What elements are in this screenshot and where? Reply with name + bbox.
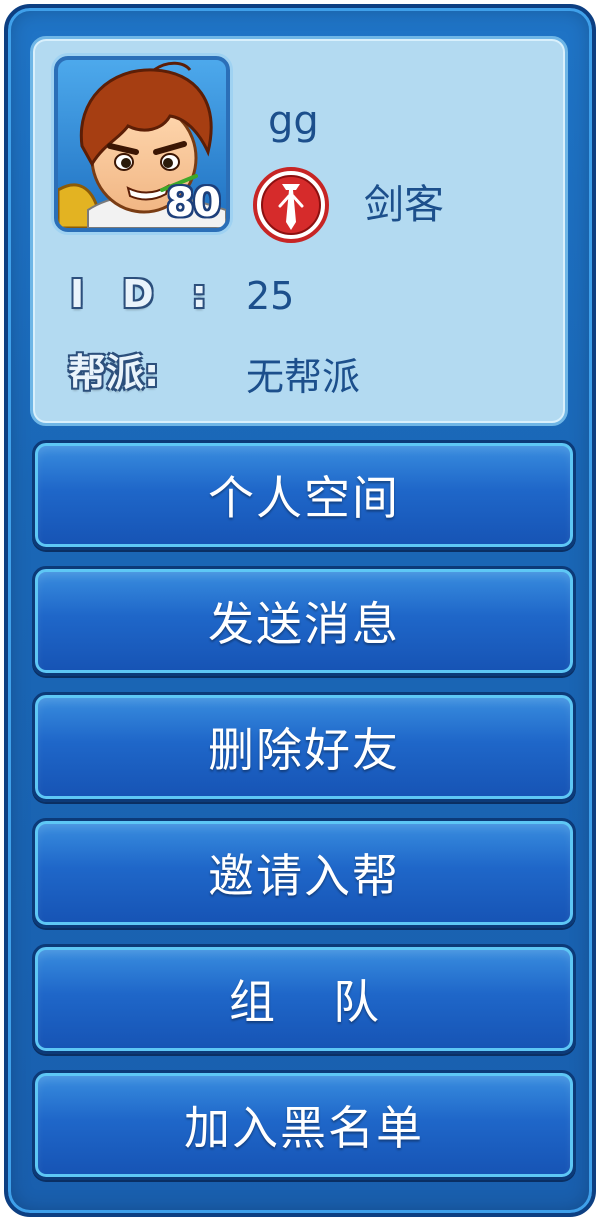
id-value: 25 [246, 274, 295, 318]
send-message-button[interactable]: 发送消息 [32, 566, 576, 676]
send-message-button-label: 发送消息 [208, 597, 400, 651]
player-class-name: 剑客 [364, 182, 444, 228]
add-to-blacklist-button-label: 加入黑名单 [184, 1101, 424, 1155]
add-to-blacklist-button[interactable]: 加入黑名单 [32, 1070, 576, 1180]
id-label: ID: [70, 272, 245, 316]
invite-to-guild-button-label: 邀请入帮 [208, 849, 400, 903]
team-up-button-label: 组队 [229, 975, 437, 1029]
guild-label: 帮派: [68, 351, 160, 395]
team-up-button[interactable]: 组队 [32, 944, 576, 1054]
player-level-badge: 80 [166, 180, 221, 226]
invite-to-guild-button[interactable]: 邀请入帮 [32, 818, 576, 928]
player-name: gg [268, 98, 319, 144]
delete-friend-button-label: 删除好友 [208, 723, 400, 777]
player-avatar: 80 [54, 56, 230, 232]
sword-class-icon [253, 167, 329, 243]
guild-value: 无帮派 [246, 355, 361, 399]
delete-friend-button[interactable]: 删除好友 [32, 692, 576, 802]
personal-space-button-label: 个人空间 [208, 471, 400, 525]
personal-space-button[interactable]: 个人空间 [32, 440, 576, 550]
